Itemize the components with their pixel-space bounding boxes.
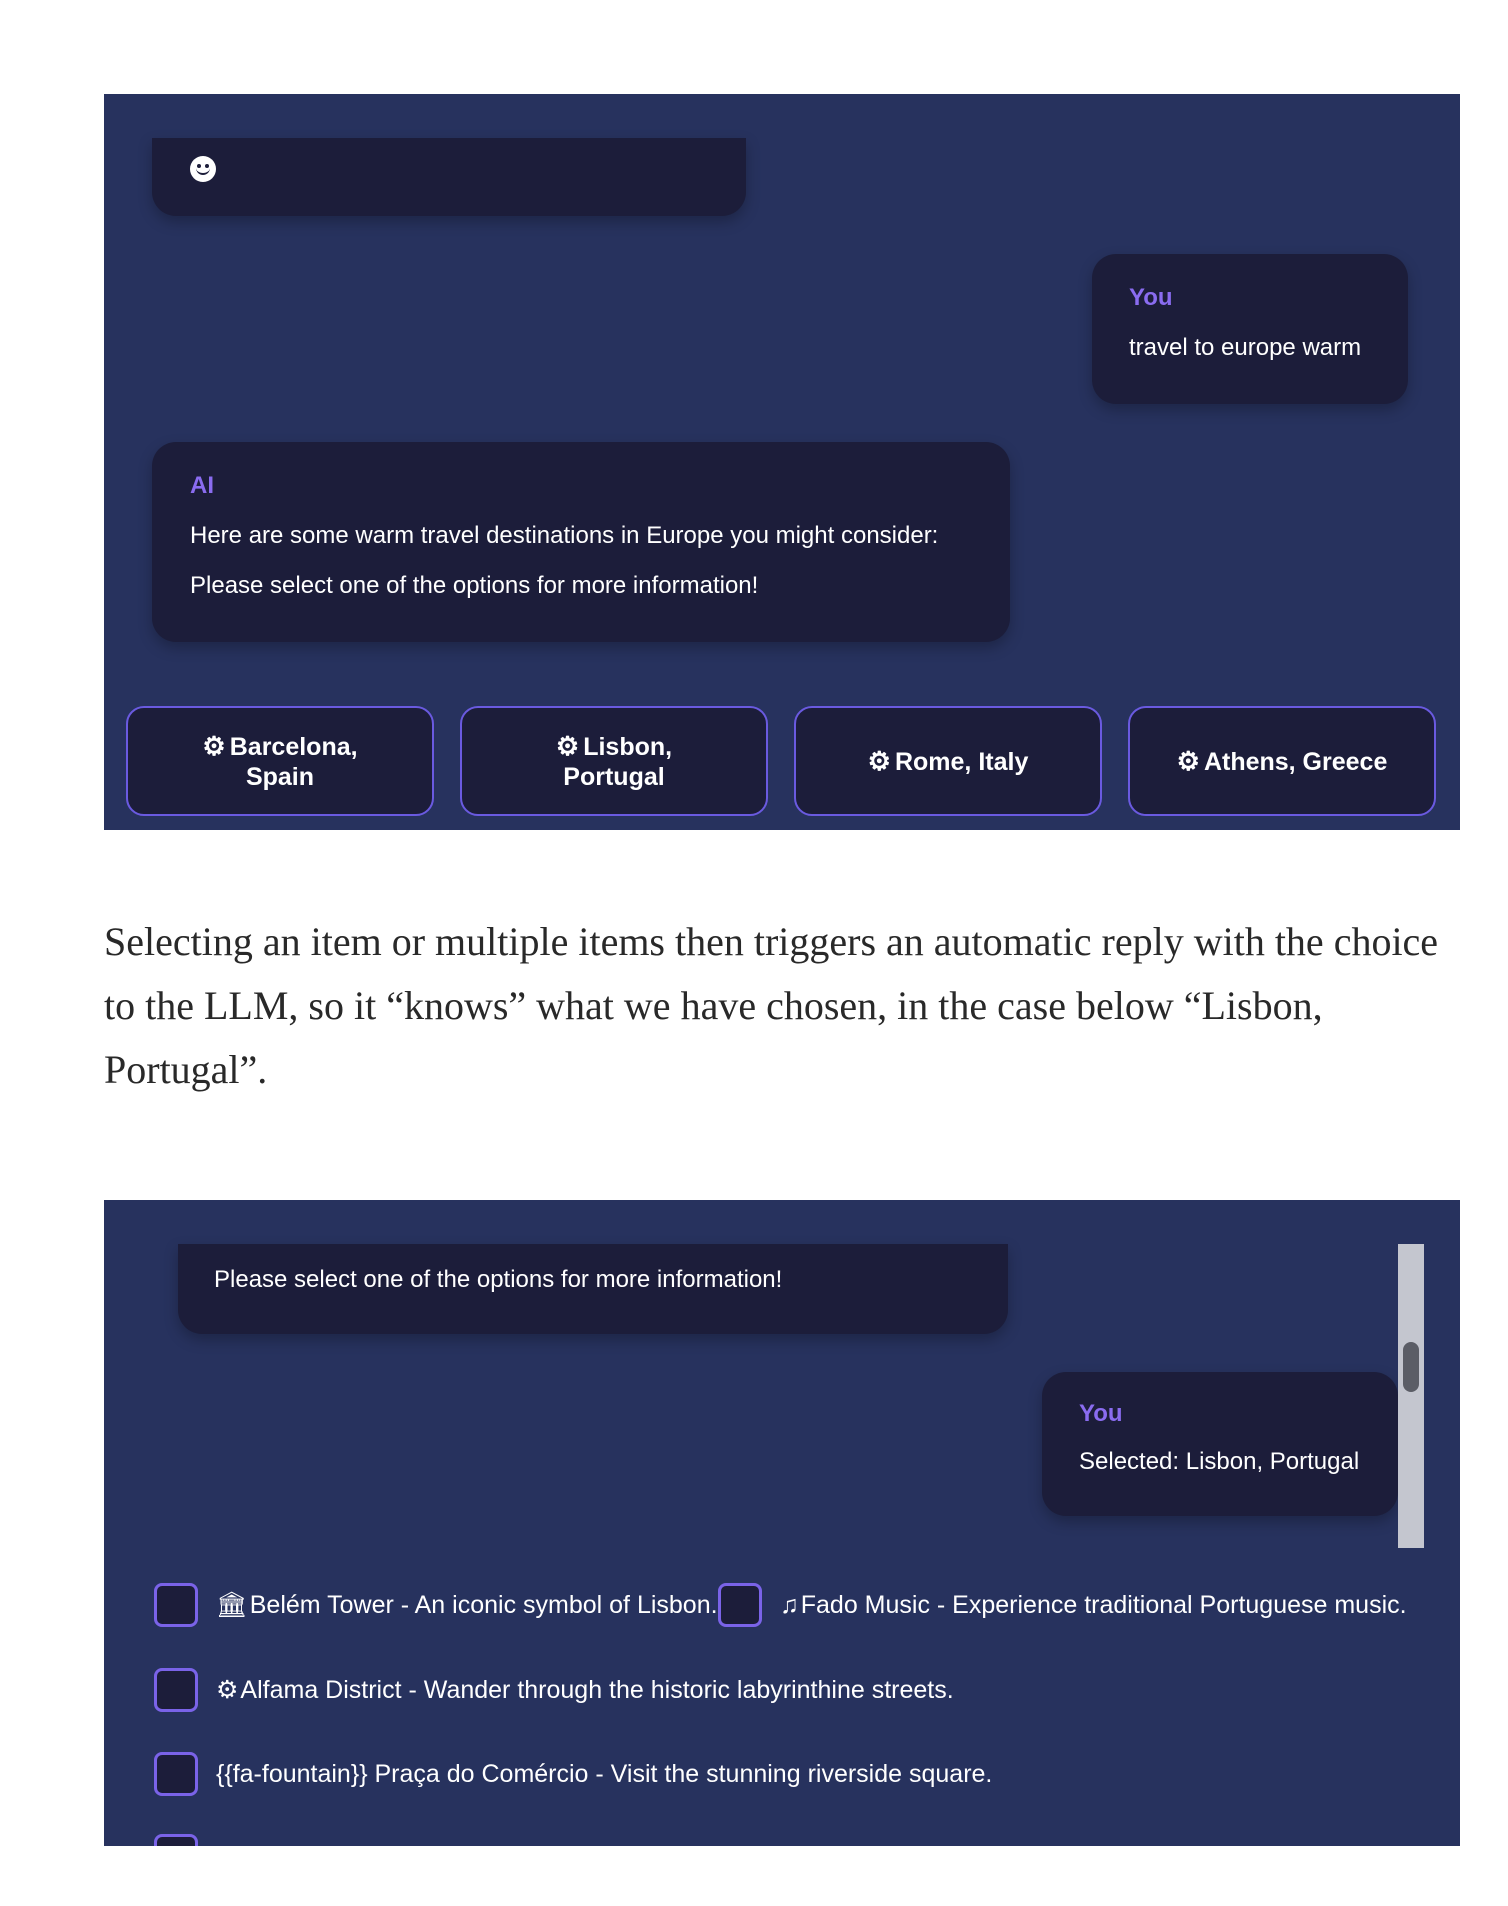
landmark-icon: 🏛 [216,1590,248,1619]
gear-icon: ⚙ [555,730,580,761]
chat-panel-bottom: Please select one of the options for mor… [104,1200,1460,1846]
message-text: travel to europe warm [1129,334,1362,361]
user-message-bubble: You travel to europe warm [1092,254,1408,404]
message-text: Please select one of the options for mor… [214,1266,783,1293]
user-message-bubble: You Selected: Lisbon, Portugal [1042,1372,1398,1516]
message-text-line: Here are some warm travel destinations i… [190,522,939,549]
gear-icon: ⚙ [202,730,226,761]
gear-icon: ⚙ [867,745,891,776]
ai-message-bubble: Please select one of the options for mor… [178,1244,1008,1334]
chat-panel-top: You travel to europe warm AI Here are so… [104,94,1460,830]
message-text-line: Please select one of the options for mor… [190,572,759,599]
message-sender: You [1129,284,1173,311]
checkbox[interactable] [718,1583,762,1627]
option-button-lisbon[interactable]: ⚙ Lisbon, Portugal [460,706,768,816]
checkbox[interactable] [154,1668,198,1712]
message-sender: You [1079,1400,1123,1427]
checkbox-item-belem[interactable]: 🏛Belém Tower - An iconic symbol of Lisbo… [154,1583,718,1627]
ai-bubble-partial [152,138,746,216]
option-button-barcelona[interactable]: ⚙ Barcelona, Spain [126,706,434,816]
message-sender: AI [190,472,214,499]
ai-message-bubble: AI Here are some warm travel destination… [152,442,1010,642]
article-paragraph: Selecting an item or multiple items then… [104,919,1439,1092]
message-text: Selected: Lisbon, Portugal [1079,1448,1360,1475]
option-button-athens[interactable]: ⚙ Athens, Greece [1128,706,1436,816]
gear-icon: ⚙ [216,1676,239,1704]
checkbox-item-alfama[interactable]: ⚙Alfama District - Wander through the hi… [154,1668,954,1712]
music-note-icon: ♫ [780,1590,799,1619]
checkbox[interactable] [154,1752,198,1796]
smiley-icon [190,156,216,182]
option-button-rome[interactable]: ⚙ Rome, Italy [794,706,1102,816]
checkbox-item-fado[interactable]: ♫Fado Music - Experience traditional Por… [718,1583,1407,1627]
checkbox-item-praca[interactable]: {{fa-fountain}} Praça do Comércio - Visi… [154,1752,992,1796]
gear-icon: ⚙ [1176,745,1200,776]
chat-scrollbar[interactable] [1398,1244,1424,1548]
checkbox[interactable] [154,1583,198,1627]
checkbox-item-partial[interactable] [154,1834,198,1846]
scrollbar-thumb[interactable] [1403,1342,1419,1392]
checkbox[interactable] [154,1834,198,1846]
